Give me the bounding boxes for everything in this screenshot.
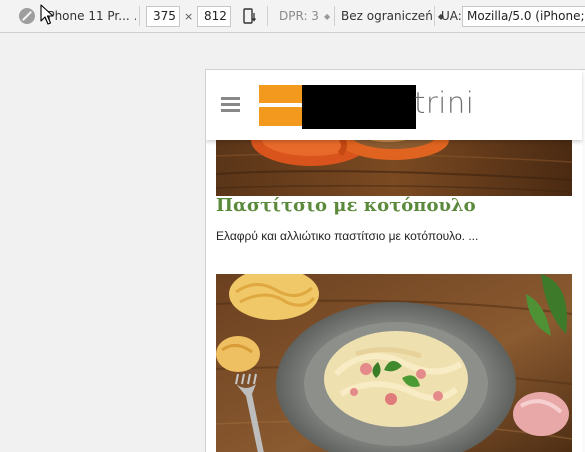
hamburger-menu-icon[interactable] <box>221 97 240 113</box>
dimension-separator: × <box>184 9 194 23</box>
throttling-select-label: Bez ograniczeń <box>341 9 433 23</box>
toolbar-divider <box>434 6 435 26</box>
post-image-main[interactable] <box>216 274 572 452</box>
width-input[interactable]: 375 <box>146 6 180 27</box>
logo-text[interactable]: trini <box>414 86 474 120</box>
mouse-cursor-icon <box>40 4 54 25</box>
dpr-select[interactable]: DPR: 3 ◆ <box>279 5 330 27</box>
ua-label: UA: <box>441 9 462 23</box>
no-device-icon[interactable] <box>19 8 35 24</box>
post-image-top[interactable] <box>216 136 572 196</box>
throttling-select[interactable]: Bez ograniczeń ◆ <box>341 5 444 27</box>
post-excerpt: Ελαφρύ και αλλιώτικο παστίτσιο με κοτόπο… <box>216 229 479 243</box>
toolbar-divider <box>139 6 140 26</box>
site-header: trini <box>206 70 582 140</box>
post-title[interactable]: Παστίτσιο με κοτόπουλο <box>216 195 476 216</box>
chevron-updown-icon: ▲ <box>135 12 136 21</box>
logo-mark[interactable] <box>259 85 302 126</box>
device-select[interactable]: iPhone 11 Pr... ▲ <box>44 5 136 27</box>
device-select-label: iPhone 11 Pr... <box>44 9 130 23</box>
toolbar-divider <box>267 6 268 26</box>
height-input[interactable]: 812 <box>197 6 231 27</box>
chevron-updown-icon: ◆ <box>323 11 331 21</box>
dpr-select-label: DPR: 3 <box>279 9 319 23</box>
devtools-toolbar: iPhone 11 Pr... ▲ 375 × 812 DPR: 3 ◆ Bez… <box>0 0 585 33</box>
rotate-icon[interactable] <box>243 8 258 25</box>
user-agent-input[interactable]: Mozilla/5.0 (iPhone; CPU <box>462 6 585 27</box>
logo-redaction <box>302 85 416 129</box>
toolbar-divider <box>334 6 335 26</box>
device-viewport: trini Παστίτσιο με κοτόπουλο Ελαφρύ και … <box>205 69 585 452</box>
